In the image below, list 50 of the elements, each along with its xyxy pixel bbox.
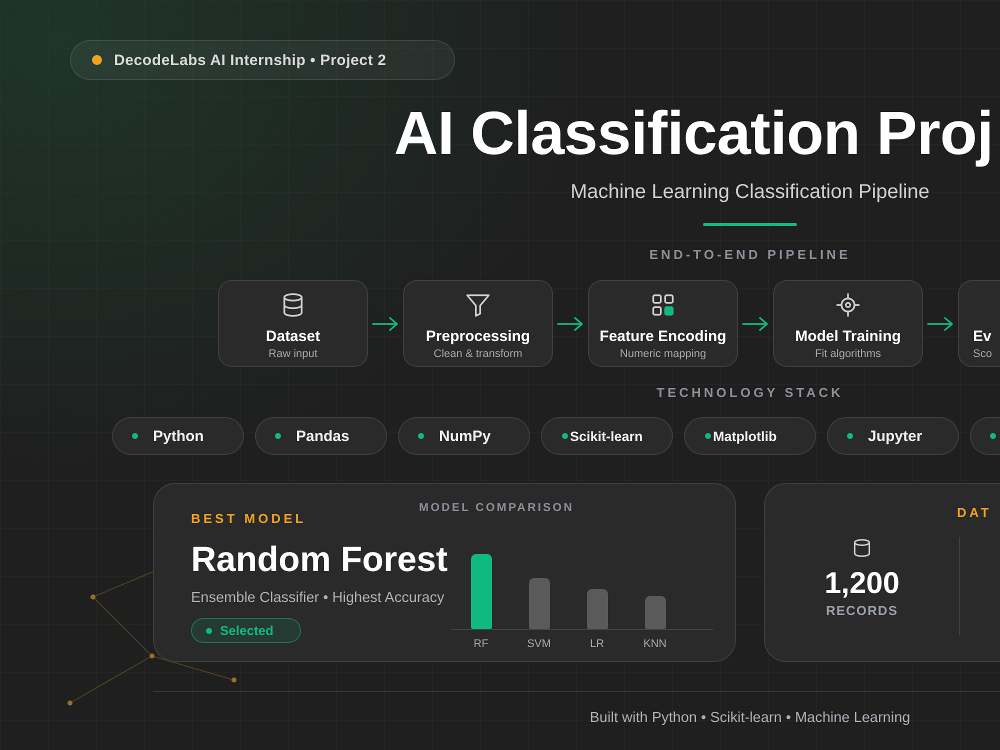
page-title: AI Classification Proj — [394, 100, 994, 168]
bar-label: KNN — [642, 638, 668, 650]
chip-dot — [990, 433, 996, 440]
step-caption: Sco — [973, 348, 992, 360]
bar-label: LR — [588, 638, 606, 650]
stat-label: RECORDS — [826, 603, 898, 618]
step-title: Preprocessing — [426, 328, 530, 346]
chart-title: MODEL COMPARISON — [419, 502, 574, 514]
model-description: Ensemble Classifier • Highest Accuracy — [191, 590, 444, 606]
arrow-icon — [740, 316, 771, 332]
chip-label: Matplotlib — [713, 428, 777, 444]
status-pill: Selected — [191, 618, 301, 644]
bar-label: RF — [472, 638, 490, 650]
arrow-icon — [370, 316, 401, 332]
card-heading: DAT — [957, 505, 992, 520]
chip-dot — [275, 433, 281, 440]
footer-text: Built with Python • Scikit-learn • Machine Learning — [590, 710, 910, 726]
step-caption: Clean & transform — [434, 348, 522, 360]
chip-label: Scikit-learn — [570, 428, 643, 444]
step-caption: Numeric mapping — [620, 348, 706, 360]
arrow-icon — [555, 316, 586, 332]
section-heading: END-TO-END PIPELINE — [649, 247, 851, 262]
bar-label: SVM — [526, 638, 552, 650]
chip-dot — [418, 433, 424, 440]
step-title: Dataset — [266, 328, 320, 346]
chip-dot — [705, 433, 711, 440]
chip-label: Python — [153, 428, 204, 445]
database-icon — [851, 537, 873, 560]
grid-icon — [650, 292, 676, 318]
step-caption: Fit algorithms — [814, 348, 882, 360]
chip-dot — [847, 433, 853, 440]
chip-label: Pandas — [296, 428, 350, 445]
step-title: Feature Encoding — [600, 328, 726, 346]
chip-label: NumPy — [439, 428, 491, 445]
page-subtitle: Machine Learning Classification Pipeline — [570, 181, 930, 204]
card-heading: BEST MODEL — [191, 511, 306, 526]
model-name: Random Forest — [191, 540, 448, 580]
badge-label: DecodeLabs AI Internship • Project 2 — [114, 52, 386, 68]
filter-icon — [465, 292, 491, 318]
arrow-icon — [925, 316, 956, 332]
step-title: Model Training — [795, 328, 901, 346]
chip-dot — [562, 433, 568, 440]
status-dot — [92, 55, 102, 65]
step-caption: Raw input — [268, 348, 318, 360]
chip-label: Jupyter — [868, 428, 922, 445]
section-heading: TECHNOLOGY STACK — [656, 385, 844, 400]
stat-value: 1,200 — [824, 567, 900, 602]
crosshair-icon — [835, 292, 861, 318]
chip-dot — [132, 433, 138, 440]
step-title: Ev — [973, 328, 992, 346]
